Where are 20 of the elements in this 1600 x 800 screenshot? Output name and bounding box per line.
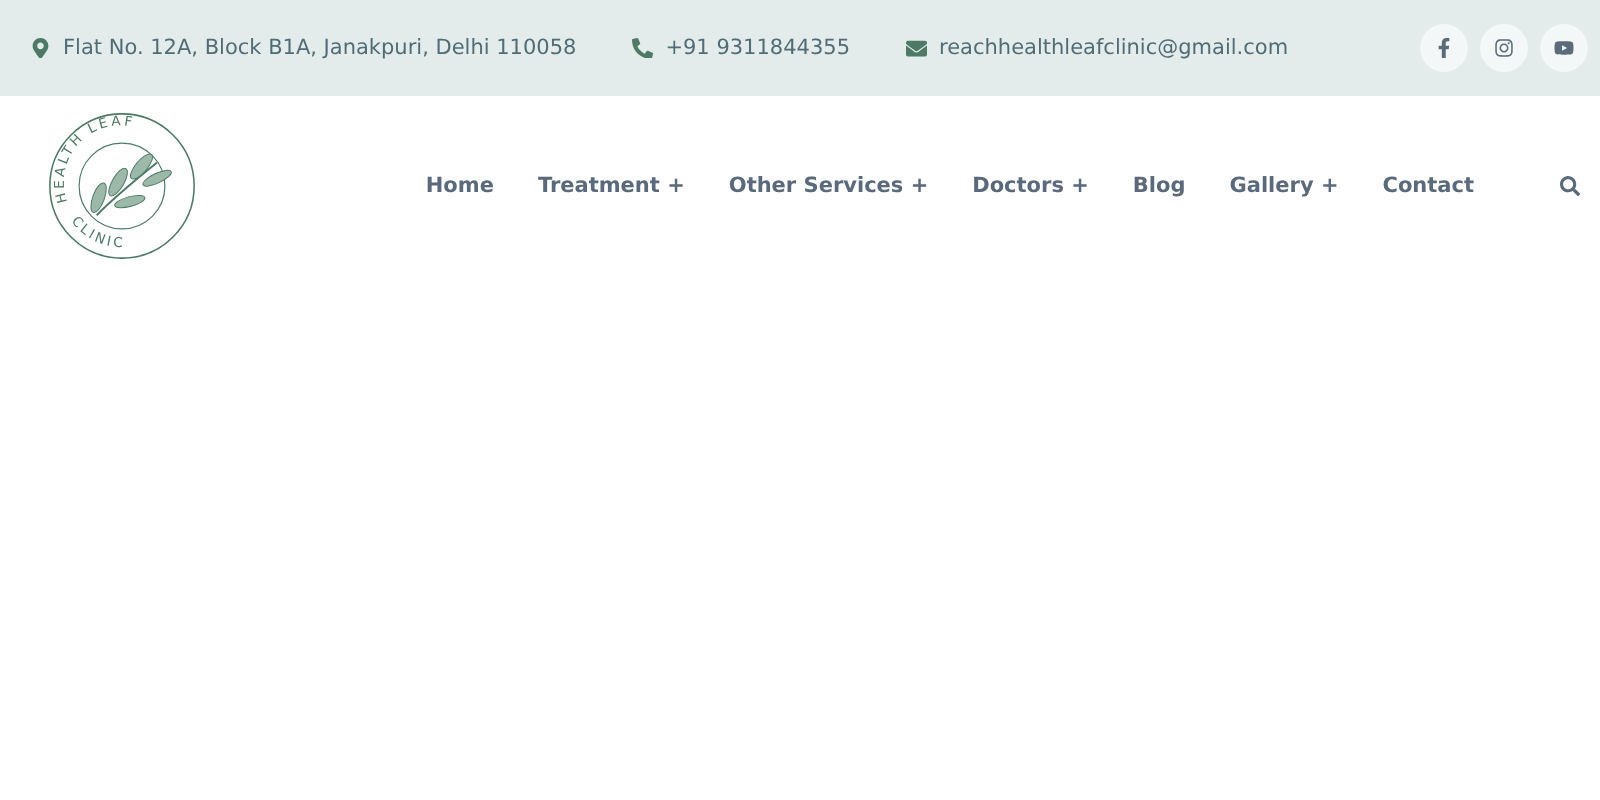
nav-link[interactable]: Home: [403, 174, 516, 198]
facebook-icon: [1434, 38, 1454, 58]
nav-link[interactable]: Doctors +: [950, 174, 1111, 198]
search-icon[interactable]: [1560, 176, 1580, 196]
envelope-icon: [906, 37, 928, 59]
nav-link[interactable]: Other Services +: [706, 174, 951, 198]
map-pin-icon: [30, 37, 51, 59]
phone-text: +91 9311844355: [665, 36, 851, 60]
address-text: Flat No. 12A, Block B1A, Janakpuri, Delhi 110058: [63, 36, 577, 60]
instagram-icon: [1494, 38, 1514, 58]
nav-link[interactable]: Gallery +: [1207, 174, 1361, 198]
nav-link[interactable]: Treatment +: [515, 174, 707, 198]
email-text: reachhealthleafclinic@gmail.com: [939, 36, 1289, 60]
facebook-button[interactable]: [1420, 24, 1468, 72]
instagram-button[interactable]: [1480, 24, 1528, 72]
nav-link[interactable]: Blog: [1110, 174, 1208, 198]
youtube-icon: [1554, 38, 1574, 58]
youtube-button[interactable]: [1540, 24, 1588, 72]
phone-icon: [632, 37, 654, 59]
nav-link[interactable]: Contact: [1360, 174, 1496, 198]
